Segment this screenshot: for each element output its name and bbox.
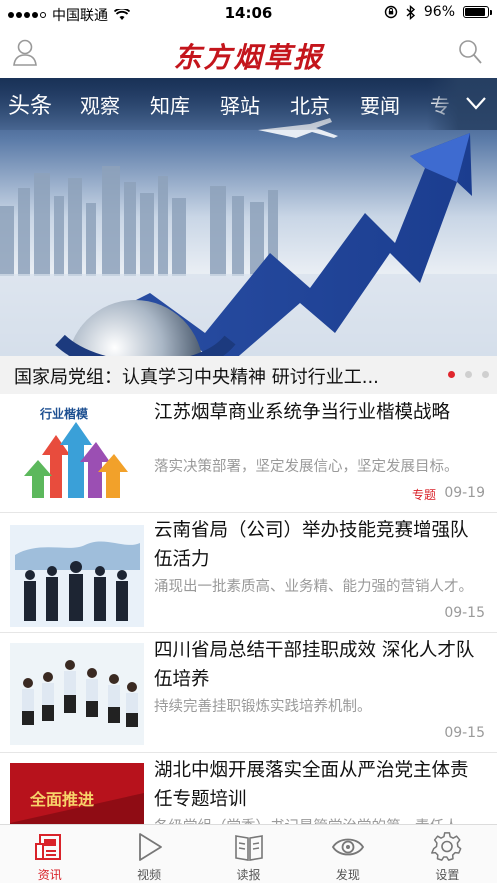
news-title[interactable]: 四川省局总结干部挂职成效 深化人才队伍培养 bbox=[154, 636, 485, 694]
play-icon bbox=[139, 833, 163, 861]
app-header: 东方烟草报 bbox=[0, 26, 497, 78]
chevron-down-icon[interactable] bbox=[465, 92, 487, 114]
news-icon bbox=[34, 834, 61, 860]
news-thumbnail bbox=[10, 643, 144, 745]
tab-station[interactable]: 驿站 bbox=[220, 90, 260, 119]
news-item[interactable]: 云南省局（公司）举办技能竞赛增强队伍活力 涌现出一批素质高、业务精、能力强的营销… bbox=[0, 513, 497, 633]
eye-icon bbox=[331, 838, 364, 856]
nav-label: 视频 bbox=[137, 868, 162, 882]
nav-settings[interactable]: 设置 bbox=[398, 825, 497, 883]
banner-caption-bar[interactable]: 国家局党组：认真学习中央精神 研讨行业工... bbox=[0, 356, 497, 394]
news-title[interactable]: 江苏烟草商业系统争当行业楷模战略 bbox=[154, 398, 485, 427]
news-title[interactable]: 云南省局（公司）举办技能竞赛增强队伍活力 bbox=[154, 516, 485, 574]
news-summary: 落实决策部署，坚定发展信心，坚定发展目标。 bbox=[154, 459, 459, 475]
thumbnail-text: 行业楷模 bbox=[39, 406, 89, 421]
nav-video[interactable]: 视频 bbox=[99, 825, 198, 883]
channel-tabs: 头条 观察 知库 驿站 北京 要闻 专 bbox=[0, 78, 497, 130]
nav-news[interactable]: 资讯 bbox=[0, 825, 99, 883]
bluetooth-icon bbox=[406, 4, 415, 20]
status-bar: 中国联通 14:06 96% bbox=[0, 0, 497, 26]
news-summary: 涌现出一批素质高、业务精、能力强的营销人才。 bbox=[154, 579, 473, 595]
news-item[interactable]: 全面推进 湖北中烟开展落实全面从严治党主体责任专题培训 各级党组（党委）书记是管… bbox=[0, 753, 497, 865]
tab-observation[interactable]: 观察 bbox=[80, 90, 120, 119]
news-summary: 持续完善挂职锻炼实践培养机制。 bbox=[154, 699, 372, 715]
nav-label: 读报 bbox=[236, 868, 261, 882]
battery-icon bbox=[463, 6, 492, 18]
news-thumbnail: 行业楷模 bbox=[10, 400, 144, 502]
nav-label: 发现 bbox=[335, 868, 360, 882]
rotation-lock-icon bbox=[384, 5, 398, 19]
nav-label: 设置 bbox=[435, 868, 460, 882]
topic-badge: 专题 bbox=[411, 488, 436, 502]
banner-caption[interactable]: 国家局党组：认真学习中央精神 研讨行业工... bbox=[14, 363, 379, 389]
pager-dot bbox=[448, 371, 455, 378]
battery-percent: 96% bbox=[423, 4, 455, 20]
nav-discover[interactable]: 发现 bbox=[298, 825, 397, 883]
news-date: 09-15 bbox=[444, 605, 485, 621]
news-date: 09-19 bbox=[444, 485, 485, 501]
news-item[interactable]: 四川省局总结干部挂职成效 深化人才队伍培养 持续完善挂职锻炼实践培养机制。 09… bbox=[0, 633, 497, 753]
thumbnail-text: 全面推进 bbox=[29, 790, 94, 809]
app-logo: 东方烟草报 bbox=[173, 41, 324, 74]
nav-label: 资讯 bbox=[37, 868, 62, 882]
news-item[interactable]: 行业楷模 江苏烟草商业系统争当行业楷模战略 落实决策部署，坚定发展信心，坚定发展… bbox=[0, 394, 497, 513]
gear-icon bbox=[431, 832, 462, 861]
pager-dot bbox=[465, 371, 472, 378]
tab-knowledge[interactable]: 知库 bbox=[150, 90, 190, 119]
news-title[interactable]: 湖北中烟开展落实全面从严治党主体责任专题培训 bbox=[154, 756, 485, 814]
tab-headlines[interactable]: 头条 bbox=[8, 88, 52, 120]
bottom-nav: 资讯 视频 读报 发现 设置 bbox=[0, 824, 497, 883]
banner-pager bbox=[448, 371, 489, 378]
pager-dot bbox=[482, 371, 489, 378]
newspaper-icon bbox=[234, 835, 263, 861]
search-icon[interactable] bbox=[457, 38, 483, 66]
tab-news[interactable]: 要闻 bbox=[360, 90, 400, 119]
news-thumbnail bbox=[10, 525, 144, 627]
nav-read-paper[interactable]: 读报 bbox=[199, 825, 298, 883]
news-date: 09-15 bbox=[444, 725, 485, 741]
tab-beijing[interactable]: 北京 bbox=[290, 90, 330, 119]
headline-banner[interactable]: 头条 观察 知库 驿站 北京 要闻 专 bbox=[0, 78, 497, 356]
